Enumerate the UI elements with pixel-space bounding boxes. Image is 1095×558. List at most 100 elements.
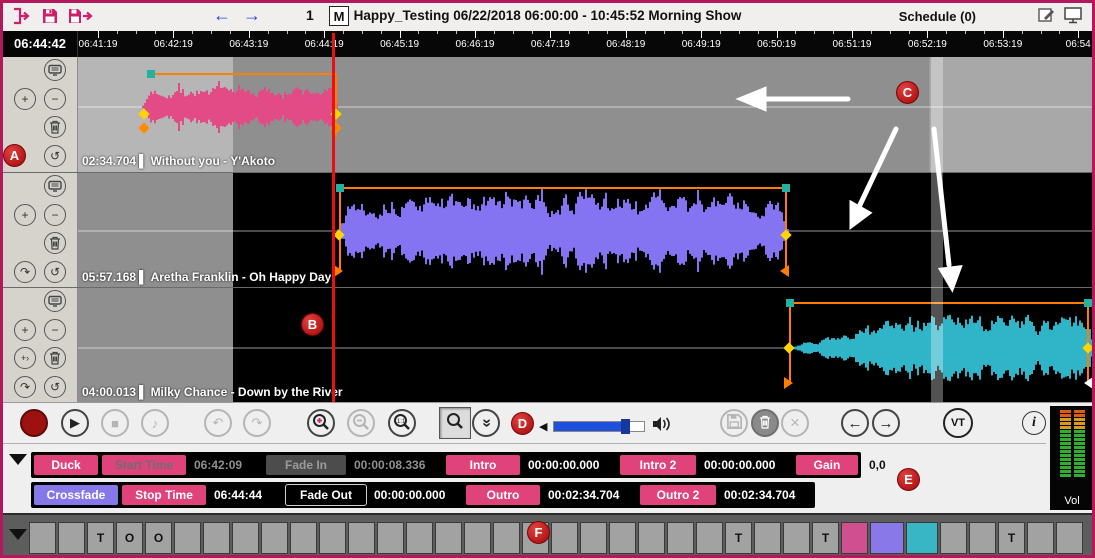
zoom-out-button[interactable] (347, 409, 375, 437)
monitor-button[interactable] (44, 175, 66, 197)
playlist-block[interactable] (203, 522, 230, 554)
playlist-collapse-triangle[interactable] (9, 529, 27, 540)
zoom-full-button[interactable]: 1:1 (388, 409, 416, 437)
previous-item-button[interactable]: ← (841, 409, 869, 437)
stop-time-value[interactable]: 06:44:44 (209, 484, 283, 506)
playlist-block[interactable] (435, 522, 462, 554)
playlist-block[interactable] (940, 522, 967, 554)
cancel-button[interactable]: × (781, 409, 809, 437)
playlist-block[interactable] (174, 522, 201, 554)
intro2-value[interactable]: 00:00:00.000 (699, 454, 793, 476)
volume-slider-handle[interactable] (621, 419, 630, 434)
schedule-button[interactable]: Schedule (0) (899, 9, 976, 24)
playlist-block[interactable] (493, 522, 520, 554)
speaker-icon[interactable] (651, 416, 671, 437)
playlist-block[interactable] (58, 522, 85, 554)
start-time-button[interactable]: Start Time (101, 454, 187, 476)
playlist-block-o[interactable]: O (116, 522, 143, 554)
volume-down-icon[interactable]: ◀ (539, 420, 547, 433)
playlist-block-t[interactable]: T (812, 522, 839, 554)
trash-button[interactable] (44, 116, 66, 138)
playlist-block-t[interactable]: T (87, 522, 114, 554)
next-item-button[interactable]: → (872, 409, 900, 437)
save-next-icon[interactable] (67, 7, 93, 30)
fade-in-value[interactable]: 00:00:08.336 (349, 454, 443, 476)
trash-button[interactable] (44, 347, 66, 369)
delete-item-button[interactable] (751, 409, 779, 437)
playlist-block[interactable] (406, 522, 433, 554)
playlist-block-o[interactable]: O (145, 522, 172, 554)
undo-button[interactable]: ↶ (204, 409, 232, 437)
editor-collapse-triangle[interactable] (9, 454, 27, 465)
playlist-block[interactable] (377, 522, 404, 554)
save-icon[interactable] (41, 7, 59, 30)
curve-button[interactable]: ↷ (14, 261, 36, 283)
playlist-block[interactable] (1056, 522, 1083, 554)
playlist-block[interactable] (1027, 522, 1054, 554)
playlist-block[interactable] (261, 522, 288, 554)
trash-button[interactable] (44, 232, 66, 254)
minus-button[interactable]: − (44, 319, 66, 341)
playlist-block[interactable] (29, 522, 56, 554)
volume-slider[interactable] (553, 421, 645, 432)
nav-forward-arrow[interactable]: → (243, 5, 261, 26)
playlist-block[interactable] (290, 522, 317, 554)
playlist-block[interactable] (319, 522, 346, 554)
start-time-value[interactable]: 06:42:09 (189, 454, 263, 476)
intro2-button[interactable]: Intro 2 (619, 454, 697, 476)
playlist-block-t[interactable]: T (725, 522, 752, 554)
gain-button[interactable]: Gain (795, 454, 859, 476)
playlist-block-colored[interactable] (870, 522, 904, 554)
add-note-button[interactable]: ♪ (141, 409, 169, 437)
playlist-block[interactable] (580, 522, 607, 554)
playlist-block[interactable] (551, 522, 578, 554)
outro-button[interactable]: Outro (465, 484, 541, 506)
redo-button[interactable]: ↷ (243, 409, 271, 437)
marker-mode-button[interactable]: M (329, 6, 349, 26)
stop-button[interactable]: ■ (101, 409, 129, 437)
monitor-button[interactable] (44, 290, 66, 312)
nav-back-arrow[interactable]: ← (213, 5, 231, 26)
plus-arrow-button[interactable]: +› (14, 347, 36, 369)
collapse-panel-button[interactable]: » (472, 409, 500, 437)
loop-button[interactable]: ↺ (44, 376, 66, 398)
monitor-button[interactable] (44, 59, 66, 81)
save-edit-button[interactable] (720, 409, 748, 437)
playlist-block[interactable] (969, 522, 996, 554)
intro-value[interactable]: 00:00:00.000 (523, 454, 617, 476)
playlist-block[interactable] (464, 522, 491, 554)
plus-button[interactable]: + (14, 204, 36, 226)
fade-in-button[interactable]: Fade In (265, 454, 347, 476)
edit-note-icon[interactable] (1038, 7, 1056, 29)
timeline-ruler[interactable]: 06:41:1906:42:1906:43:1906:44:1906:45:19… (78, 31, 1095, 57)
playlist-block[interactable] (696, 522, 723, 554)
zoom-selection-button[interactable] (439, 407, 471, 439)
plus-button[interactable]: + (14, 88, 36, 110)
playlist-block[interactable] (348, 522, 375, 554)
duck-button[interactable]: Duck (33, 454, 99, 476)
outro2-button[interactable]: Outro 2 (639, 484, 717, 506)
crossfade-button[interactable]: Crossfade (33, 484, 119, 506)
zoom-in-button[interactable] (307, 409, 335, 437)
record-button[interactable] (20, 409, 48, 437)
intro-button[interactable]: Intro (445, 454, 521, 476)
loop-button[interactable]: ↺ (44, 145, 66, 167)
monitor-screen-icon[interactable] (1064, 7, 1084, 29)
minus-button[interactable]: − (44, 88, 66, 110)
curve-button[interactable]: ↷ (14, 376, 36, 398)
loop-button[interactable]: ↺ (44, 261, 66, 283)
outro2-value[interactable]: 00:02:34.704 (719, 484, 813, 506)
playlist-block-colored[interactable] (841, 522, 868, 554)
stop-time-button[interactable]: Stop Time (121, 484, 207, 506)
playlist-block-colored[interactable] (906, 522, 938, 554)
playlist-block[interactable] (667, 522, 694, 554)
outro-value[interactable]: 00:02:34.704 (543, 484, 637, 506)
play-button[interactable]: ▶ (61, 409, 89, 437)
exit-icon[interactable] (11, 7, 31, 30)
fade-out-button[interactable]: Fade Out (285, 484, 367, 506)
minus-button[interactable]: − (44, 204, 66, 226)
plus-button[interactable]: + (14, 319, 36, 341)
playlist-block[interactable] (638, 522, 665, 554)
playlist-block[interactable] (754, 522, 781, 554)
playlist-block-t[interactable]: T (998, 522, 1025, 554)
